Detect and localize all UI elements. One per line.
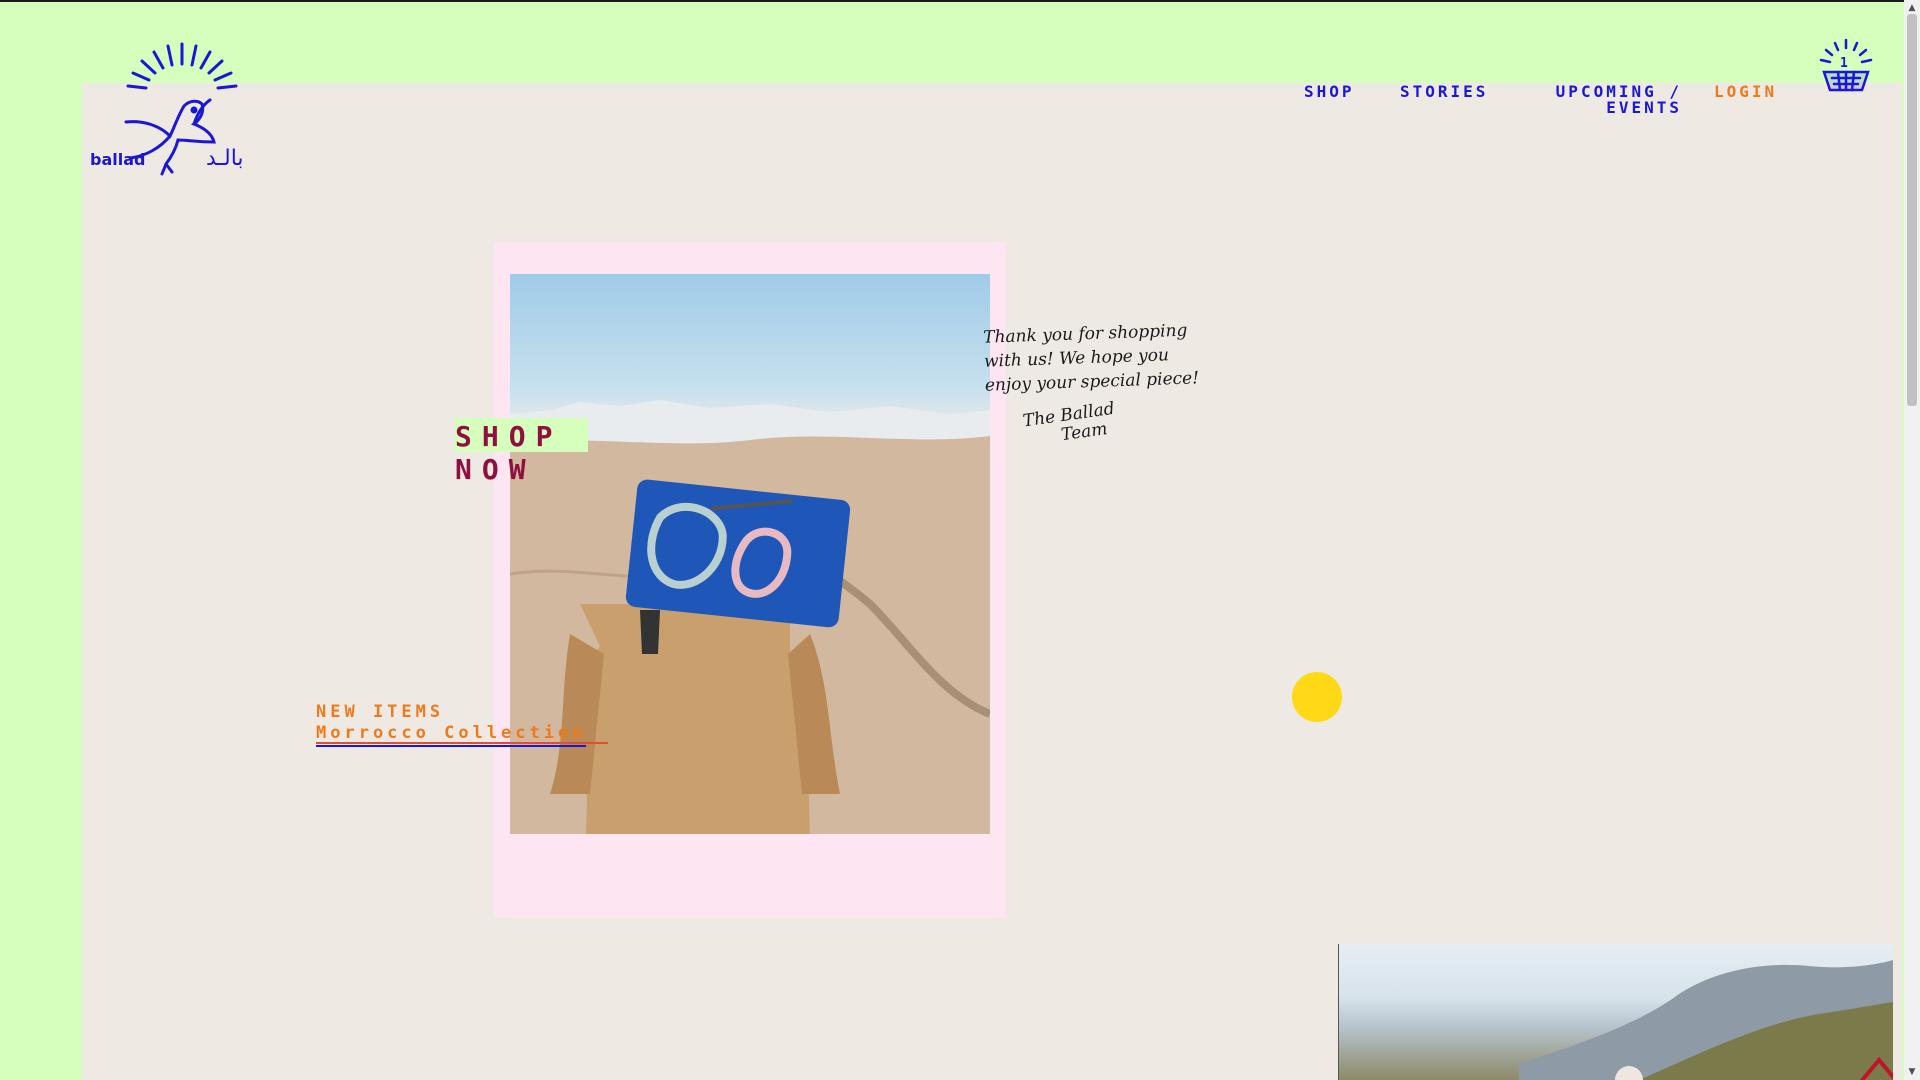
secondary-photo-mountains[interactable]	[1338, 944, 1893, 1080]
nav-stories[interactable]: STORIES	[1400, 84, 1488, 100]
note-line2: with us! We hope you	[983, 345, 1170, 372]
hero-photo-desert-pillow[interactable]	[510, 274, 990, 834]
secondary-photo-illustration	[1519, 960, 1893, 1080]
nav-login[interactable]: LOGIN	[1714, 84, 1777, 100]
nav-upcoming-events[interactable]: UPCOMING / EVENTS	[1532, 84, 1682, 116]
hero-photo-illustration	[510, 400, 990, 834]
shop-now-line2: NOW	[455, 453, 536, 486]
cart-count-badge: 1	[1840, 56, 1848, 71]
window-top-border	[0, 0, 1920, 2]
scroll-down-arrow-icon[interactable]: ▼	[1904, 1064, 1920, 1080]
thank-you-note: Thank you for shopping with us! We hope …	[983, 318, 1200, 397]
brand-name-english: ballad	[90, 150, 146, 169]
shop-now-link[interactable]: SHOP NOW	[455, 420, 562, 486]
collection-underline-accent	[316, 742, 608, 744]
scrollbar-thumb[interactable]	[1907, 14, 1917, 406]
scroll-up-arrow-icon[interactable]: ▲	[1904, 0, 1920, 16]
new-items-label: NEW ITEMS	[316, 702, 445, 722]
brand-name-arabic: بالـد	[206, 146, 244, 171]
decorative-yellow-dot	[1292, 672, 1342, 722]
shop-now-line1: SHOP	[455, 420, 563, 453]
nav-shop[interactable]: SHOP	[1304, 84, 1355, 100]
note-line1: Thank you for shopping	[982, 320, 1188, 348]
nav-events-label: EVENTS	[1606, 98, 1682, 117]
